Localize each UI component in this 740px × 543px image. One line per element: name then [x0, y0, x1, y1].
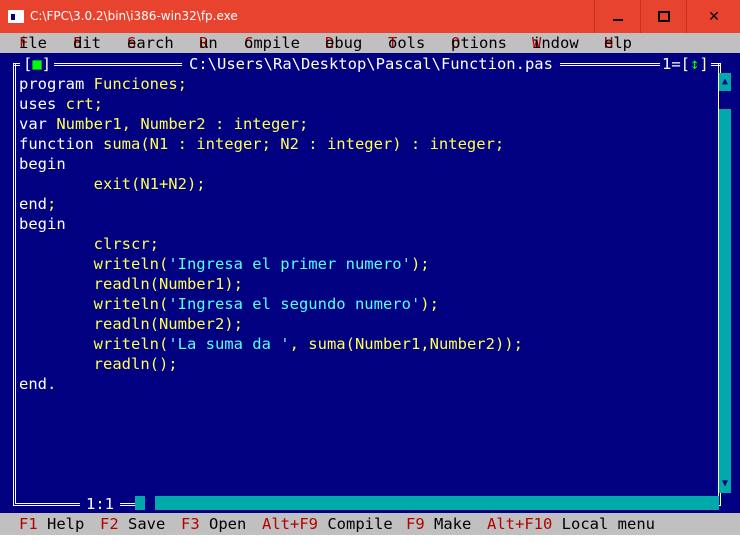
code-line: exit(N1+N2);	[19, 174, 523, 194]
status-make[interactable]: F9 Make	[406, 513, 471, 535]
code-text: crt;	[56, 95, 103, 113]
maximize-button[interactable]	[640, 0, 687, 33]
zoom-icon: ↕	[690, 55, 700, 73]
window-bottom-edge	[0, 535, 740, 543]
code-line: readln(Number1);	[19, 274, 523, 294]
code-string: 'Ingresa el primer numero'	[168, 255, 411, 273]
code-text: );	[410, 255, 430, 273]
code-string: 'La suma da '	[168, 335, 290, 353]
code-text: Number1, Number2 : integer;	[47, 115, 309, 133]
code-line: readln(Number2);	[19, 314, 523, 334]
maximize-icon	[658, 11, 670, 22]
code-line: clrscr;	[19, 234, 523, 254]
code-keyword: end	[19, 375, 47, 393]
vertical-scrollbar[interactable]: ▲ ▼	[719, 73, 731, 493]
fp-ide-window: C:\FPC\3.0.2\bin\i386-win32\fp.exe ✕ Fil…	[0, 0, 740, 543]
scroll-up-arrow-icon[interactable]: ▲	[719, 73, 731, 91]
code-text: .	[47, 375, 57, 393]
close-button[interactable]: ✕	[686, 0, 740, 33]
code-text: );	[420, 295, 439, 313]
horizontal-scrollbar[interactable]	[135, 496, 719, 510]
close-icon: ✕	[708, 8, 720, 25]
minimize-button[interactable]	[594, 0, 641, 33]
code-text: readln(Number2);	[19, 315, 243, 333]
scroll-down-arrow-icon[interactable]: ▼	[719, 475, 731, 493]
code-text: clrscr;	[19, 235, 159, 253]
code-keyword: function	[19, 135, 94, 153]
console-app-icon[interactable]	[8, 10, 24, 23]
code-line: begin	[19, 214, 523, 234]
code-text: ;	[47, 195, 57, 213]
scroll-right-arrow-icon[interactable]	[709, 496, 719, 510]
code-line: writeln('Ingresa el segundo numero');	[19, 294, 523, 314]
code-keyword: program	[19, 75, 85, 93]
horizontal-scroll-thumb[interactable]	[145, 496, 155, 510]
status-save[interactable]: F2 Save	[100, 513, 165, 535]
code-text: exit(N1+N2);	[19, 175, 206, 193]
code-keyword: begin	[19, 215, 66, 233]
code-text: readln();	[19, 355, 178, 373]
cursor-position: 1:1	[80, 495, 120, 513]
minimize-icon	[613, 18, 623, 21]
status-compile[interactable]: Alt+F9 Compile	[262, 513, 393, 535]
code-line: program Funciones;	[19, 74, 523, 94]
code-keyword: var	[19, 115, 47, 133]
code-line: writeln('Ingresa el primer numero');	[19, 254, 523, 274]
code-keyword: begin	[19, 155, 66, 173]
code-string: 'Ingresa el segundo numero'	[168, 295, 421, 313]
code-text: writeln(	[19, 335, 169, 353]
window-number-zoom[interactable]: 1=[↕]	[660, 55, 711, 73]
editor-window: [■] C:\Users\Ra\Desktop\Pascal\Function.…	[0, 53, 740, 513]
code-text: , suma(Number1,Number2));	[289, 335, 523, 353]
menu-bar: File Edit Search Run Compile Debug Tools…	[0, 33, 740, 53]
code-line: var Number1, Number2 : integer;	[19, 114, 523, 134]
status-open[interactable]: F3 Open	[181, 513, 246, 535]
vertical-scroll-thumb[interactable]	[719, 91, 731, 109]
title-bar: C:\FPC\3.0.2\bin\i386-win32\fp.exe ✕	[0, 0, 740, 33]
close-box-icon: ■	[32, 55, 42, 73]
scroll-left-arrow-icon[interactable]	[135, 496, 145, 510]
code-text: suma(N1 : integer; N2 : integer) : integ…	[93, 135, 505, 153]
window-title: C:\FPC\3.0.2\bin\i386-win32\fp.exe	[30, 9, 238, 23]
code-keyword: end	[19, 195, 47, 213]
status-local-menu[interactable]: Alt+F10 Local menu	[487, 513, 655, 535]
code-line: readln();	[19, 354, 523, 374]
code-line: uses crt;	[19, 94, 523, 114]
code-line: function suma(N1 : integer; N2 : integer…	[19, 134, 523, 154]
code-line: end.	[19, 374, 523, 394]
code-line: begin	[19, 154, 523, 174]
code-text: writeln(	[19, 255, 169, 273]
code-text: writeln(	[19, 295, 169, 313]
code-text: readln(Number1);	[19, 275, 243, 293]
code-area[interactable]: program Funciones; uses crt; var Number1, …	[19, 74, 523, 394]
code-text: Funciones;	[84, 75, 187, 93]
status-help[interactable]: F1 Help	[19, 513, 84, 535]
code-line: writeln('La suma da ', suma(Number1,Numb…	[19, 334, 523, 354]
code-keyword: uses	[19, 95, 57, 113]
status-bar: F1 Help F2 Save F3 Open Alt+F9 Compile F…	[0, 513, 740, 535]
code-line: end;	[19, 194, 523, 214]
editor-close-box[interactable]: [■]	[20, 55, 55, 73]
editor-file-title: C:\Users\Ra\Desktop\Pascal\Function.pas	[182, 55, 560, 73]
